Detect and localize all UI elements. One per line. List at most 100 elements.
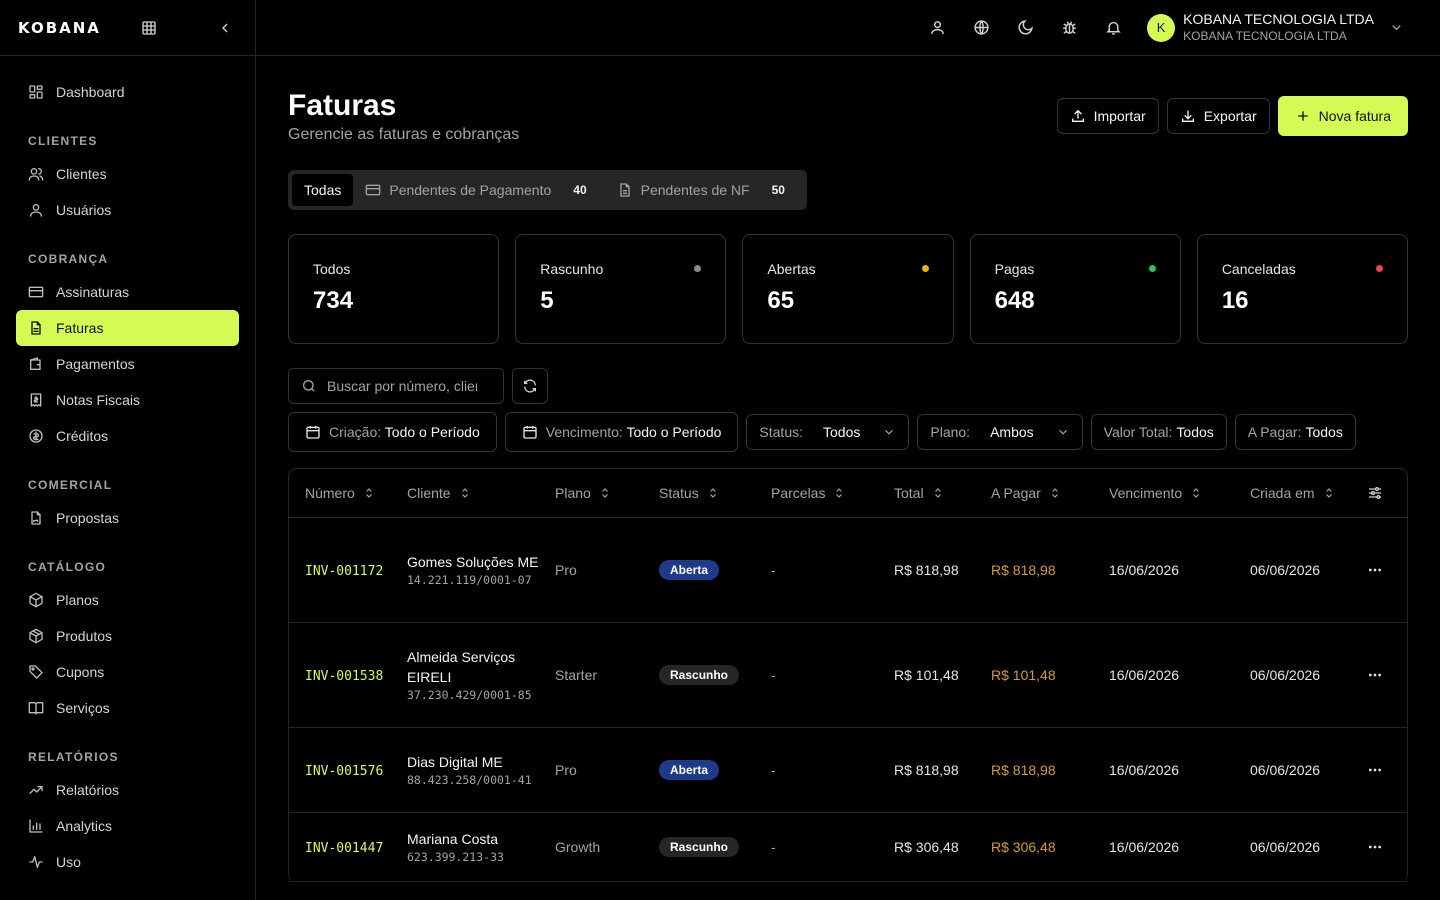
created-date: 06/06/2026 bbox=[1250, 839, 1321, 855]
sidebar-section-title: RELATÓRIOS bbox=[28, 750, 119, 764]
column-header[interactable]: Total bbox=[894, 485, 991, 501]
sidebar-item-usuarios[interactable]: Usuários bbox=[16, 192, 239, 228]
refresh-button[interactable] bbox=[512, 368, 548, 404]
sidebar-item-propostas[interactable]: Propostas bbox=[16, 500, 239, 536]
sidebar-item-cupons[interactable]: Cupons bbox=[16, 654, 239, 690]
status-badge: Aberta bbox=[659, 560, 720, 580]
column-header[interactable]: Plano bbox=[555, 485, 659, 501]
stat-card[interactable]: Abertas 65 bbox=[742, 234, 954, 344]
total-amount: R$ 101,48 bbox=[894, 667, 959, 683]
sidebar-item-pagamentos[interactable]: Pagamentos bbox=[16, 346, 239, 382]
invoice-number-link[interactable]: INV-001172 bbox=[305, 564, 383, 579]
amount-due: R$ 101,48 bbox=[991, 667, 1056, 683]
tab-count: 50 bbox=[771, 183, 785, 197]
search-box[interactable] bbox=[288, 368, 504, 404]
plano-select[interactable]: Plano: Ambos bbox=[917, 414, 1083, 450]
export-button[interactable]: Exportar bbox=[1166, 98, 1270, 134]
column-header[interactable]: Status bbox=[659, 485, 771, 501]
stat-value: 734 bbox=[313, 287, 354, 314]
status-badge: Aberta bbox=[659, 760, 720, 780]
collapse-sidebar-icon[interactable] bbox=[213, 16, 237, 40]
column-header[interactable]: Número bbox=[289, 485, 407, 501]
sidebar-section-title: CATÁLOGO bbox=[28, 560, 107, 574]
criacao-filter[interactable]: Criação: Todo o Período bbox=[288, 412, 497, 452]
filter-label: Status: bbox=[759, 424, 804, 440]
table-row[interactable]: INV-001172 Gomes Soluções ME 14.221.119/0… bbox=[289, 518, 1407, 623]
installments: - bbox=[771, 562, 776, 578]
a-pagar-filter[interactable]: A Pagar: Todos bbox=[1234, 414, 1356, 450]
client-name: Gomes Soluções ME bbox=[407, 553, 539, 570]
sidebar-item-label: Pagamentos bbox=[56, 356, 135, 372]
more-actions-icon[interactable] bbox=[1367, 762, 1383, 778]
stat-card[interactable]: Rascunho 5 bbox=[515, 234, 727, 344]
column-label: Cliente bbox=[407, 485, 451, 501]
column-settings-button[interactable] bbox=[1342, 485, 1407, 501]
book-icon bbox=[28, 700, 44, 716]
tab-pendentes-pagamento[interactable]: Pendentes de Pagamento 40 bbox=[353, 174, 604, 206]
column-header[interactable]: Criada em bbox=[1250, 485, 1342, 501]
file-text-icon bbox=[28, 320, 44, 336]
sidebar-item-analytics[interactable]: Analytics bbox=[16, 808, 239, 844]
sidebar-item-uso[interactable]: Uso bbox=[16, 844, 239, 880]
status-dot bbox=[1376, 265, 1384, 272]
valor-total-filter[interactable]: Valor Total: Todos bbox=[1090, 414, 1227, 450]
tab-pendentes-nf[interactable]: Pendentes de NF 50 bbox=[605, 174, 803, 206]
table-header: Número Cliente Plano Status Parcelas Total A P… bbox=[289, 469, 1407, 518]
amount-due: R$ 306,48 bbox=[991, 839, 1056, 855]
sidebar-header: KOBANA bbox=[0, 0, 255, 56]
sidebar-section-title: COMERCIAL bbox=[28, 478, 113, 492]
stat-card[interactable]: Todos 734 bbox=[288, 234, 500, 344]
file-text-icon bbox=[617, 182, 633, 198]
column-header[interactable]: Vencimento bbox=[1109, 485, 1250, 501]
sidebar-item-notas-fiscais[interactable]: Notas Fiscais bbox=[16, 382, 239, 418]
stat-card[interactable]: Canceladas 16 bbox=[1196, 234, 1409, 344]
table-row[interactable]: INV-001447 Mariana Costa 623.399.213-33 G… bbox=[289, 813, 1407, 882]
moon-icon[interactable] bbox=[1013, 16, 1037, 40]
sidebar-item-clientes[interactable]: Clientes bbox=[16, 156, 239, 192]
sidebar-item-assinaturas[interactable]: Assinaturas bbox=[16, 274, 239, 310]
table-row[interactable]: INV-001538 Almeida Serviços EIRELI 37.230… bbox=[289, 623, 1407, 728]
profile-icon[interactable] bbox=[925, 16, 949, 40]
bug-icon[interactable] bbox=[1057, 16, 1081, 40]
column-header[interactable]: Parcelas bbox=[771, 485, 894, 501]
globe-icon[interactable] bbox=[969, 16, 993, 40]
search-input[interactable] bbox=[327, 378, 477, 394]
bell-icon[interactable] bbox=[1101, 16, 1125, 40]
account-menu[interactable]: K KOBANA TECNOLOGIA LTDA KOBANA TECNOLOG… bbox=[1147, 11, 1408, 44]
sidebar-item-creditos[interactable]: Créditos bbox=[16, 418, 239, 454]
search-icon bbox=[301, 378, 317, 394]
more-actions-icon[interactable] bbox=[1367, 562, 1383, 578]
status-select[interactable]: Status: Todos bbox=[746, 414, 910, 450]
invoice-number-link[interactable]: INV-001576 bbox=[305, 764, 383, 779]
table-row[interactable]: INV-001576 Dias Digital ME 88.423.258/000… bbox=[289, 728, 1407, 813]
column-label: Total bbox=[894, 485, 924, 501]
tab-todas[interactable]: Todas bbox=[292, 174, 354, 206]
sidebar-item-label: Serviços bbox=[56, 700, 110, 716]
invoice-number-link[interactable]: INV-001538 bbox=[305, 669, 383, 684]
sidebar-item-label: Dashboard bbox=[56, 84, 125, 100]
sidebar-section-title: OPERAÇÕES bbox=[16, 882, 239, 900]
sidebar-item-faturas[interactable]: Faturas bbox=[16, 310, 239, 346]
sidebar-item-dashboard[interactable]: Dashboard bbox=[16, 74, 239, 110]
import-button[interactable]: Importar bbox=[1056, 98, 1159, 134]
client-document: 623.399.213-33 bbox=[407, 849, 504, 864]
sidebar-item-planos[interactable]: Planos bbox=[16, 582, 239, 618]
more-actions-icon[interactable] bbox=[1367, 839, 1383, 855]
filter-value: Todos bbox=[823, 424, 861, 440]
column-header[interactable]: Cliente bbox=[407, 485, 555, 501]
sidebar-item-produtos[interactable]: Produtos bbox=[16, 618, 239, 654]
sidebar-item-relatorios[interactable]: Relatórios bbox=[16, 772, 239, 808]
more-actions-icon[interactable] bbox=[1367, 667, 1383, 683]
topbar: K KOBANA TECNOLOGIA LTDA KOBANA TECNOLOG… bbox=[256, 0, 1440, 56]
due-date: 16/06/2026 bbox=[1109, 667, 1180, 683]
kobana-logo[interactable]: KOBANA bbox=[18, 19, 101, 37]
vencimento-filter[interactable]: Vencimento: Todo o Período bbox=[504, 412, 739, 452]
new-invoice-button[interactable]: Nova fatura bbox=[1277, 96, 1408, 136]
sidebar-item-label: Créditos bbox=[56, 428, 109, 444]
column-header[interactable]: A Pagar bbox=[991, 485, 1109, 501]
apps-grid-icon[interactable] bbox=[137, 16, 161, 40]
invoice-number-link[interactable]: INV-001447 bbox=[305, 841, 383, 856]
page-content: Faturas Gerencie as faturas e cobranças … bbox=[256, 56, 1440, 882]
stat-card[interactable]: Pagas 648 bbox=[969, 234, 1181, 344]
sidebar-item-servicos[interactable]: Serviços bbox=[16, 690, 239, 726]
